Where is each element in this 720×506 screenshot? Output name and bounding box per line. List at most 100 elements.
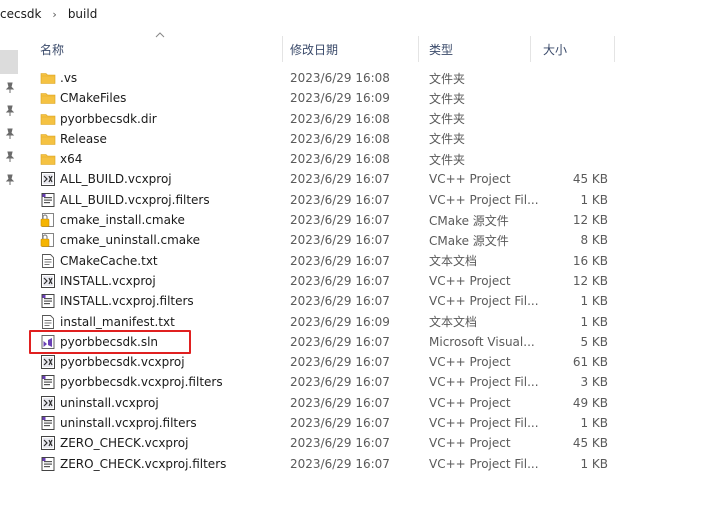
column-divider[interactable] — [614, 36, 615, 62]
file-name-cell[interactable]: uninstall.vcxproj.filters — [40, 413, 197, 433]
file-size: 8 KB — [580, 233, 608, 248]
file-row[interactable]: INSTALL.vcxproj.filters 2023/6/29 16:07 VC… — [0, 291, 720, 311]
file-row[interactable]: uninstall.vcxproj.filters 2023/6/29 16:07… — [0, 413, 720, 433]
file-date: 2023/6/29 16:07 — [290, 436, 390, 451]
file-date: 2023/6/29 16:07 — [290, 334, 390, 349]
folder-icon — [40, 111, 56, 127]
file-name-cell[interactable]: ALL_BUILD.vcxproj — [40, 169, 172, 189]
file-row[interactable]: ZERO_CHECK.vcxproj 2023/6/29 16:07 VC++ Pr… — [0, 433, 720, 453]
file-date: 2023/6/29 16:08 — [290, 111, 390, 126]
file-name-cell[interactable]: uninstall.vcxproj — [40, 393, 159, 413]
file-date: 2023/6/29 16:09 — [290, 91, 390, 106]
file-row[interactable]: pyorbbecsdk.dir 2023/6/29 16:08 文件夹 — [0, 109, 720, 129]
file-name-cell[interactable]: INSTALL.vcxproj — [40, 271, 156, 291]
file-row[interactable]: ZERO_CHECK.vcxproj.filters 2023/6/29 16:0… — [0, 454, 720, 474]
file-name-cell[interactable]: Release — [40, 129, 107, 149]
file-type: 文件夹 — [429, 152, 466, 167]
file-name: ZERO_CHECK.vcxproj.filters — [60, 456, 227, 471]
file-name: pyorbbecsdk.vcxproj.filters — [60, 375, 223, 390]
file-date: 2023/6/29 16:07 — [290, 233, 390, 248]
file-type: VC++ Project — [429, 355, 511, 370]
filters-icon — [40, 293, 56, 309]
file-date: 2023/6/29 16:07 — [290, 213, 390, 228]
file-row[interactable]: uninstall.vcxproj 2023/6/29 16:07 VC++ Pro… — [0, 393, 720, 413]
file-row[interactable]: pyorbbecsdk.sln 2023/6/29 16:07 Microsoft … — [0, 332, 720, 352]
file-name: pyorbbecsdk.sln — [60, 334, 159, 349]
file-name-cell[interactable]: .vs — [40, 68, 77, 88]
file-date: 2023/6/29 16:08 — [290, 131, 390, 146]
file-type: CMake 源文件 — [429, 213, 509, 228]
folder-icon — [40, 70, 56, 86]
file-name: uninstall.vcxproj — [60, 395, 159, 410]
file-type: Microsoft Visual... — [429, 334, 535, 349]
file-date: 2023/6/29 16:07 — [290, 273, 390, 288]
file-type: VC++ Project — [429, 395, 511, 410]
file-row[interactable]: INSTALL.vcxproj 2023/6/29 16:07 VC++ Proje… — [0, 271, 720, 291]
file-name: ZERO_CHECK.vcxproj — [60, 436, 189, 451]
file-size: 61 KB — [572, 355, 608, 370]
file-row[interactable]: x64 2023/6/29 16:08 文件夹 — [0, 149, 720, 169]
file-type: 文件夹 — [429, 91, 466, 106]
column-divider[interactable] — [282, 36, 283, 62]
file-name-cell[interactable]: ZERO_CHECK.vcxproj — [40, 433, 188, 453]
file-name-cell[interactable]: CMakeFiles — [40, 88, 126, 108]
file-row[interactable]: ALL_BUILD.vcxproj.filters 2023/6/29 16:07… — [0, 190, 720, 210]
file-size: 1 KB — [580, 314, 608, 329]
file-name: INSTALL.vcxproj.filters — [60, 294, 194, 309]
file-name-cell[interactable]: pyorbbecsdk.sln — [40, 332, 158, 352]
file-name-cell[interactable]: x64 — [40, 149, 82, 169]
column-header-row: 名称 修改日期 类型 大小 — [20, 32, 720, 66]
file-row[interactable]: cmake_install.cmake 2023/6/29 16:07 CMake … — [0, 210, 720, 230]
vcxproj-icon — [40, 354, 56, 370]
file-type: VC++ Project Fil... — [429, 416, 539, 431]
file-name-cell[interactable]: pyorbbecsdk.vcxproj — [40, 352, 185, 372]
file-name-cell[interactable]: cmake_uninstall.cmake — [40, 230, 200, 250]
column-header-date[interactable]: 修改日期 — [290, 32, 420, 66]
file-type: 文本文档 — [429, 315, 478, 330]
breadcrumb-item-current[interactable]: build — [68, 7, 98, 21]
column-header-size[interactable]: 大小 — [543, 32, 613, 66]
breadcrumb-item-parent[interactable]: cecsdk — [0, 7, 41, 21]
file-name-cell[interactable]: ZERO_CHECK.vcxproj.filters — [40, 454, 226, 474]
file-name-cell[interactable]: INSTALL.vcxproj.filters — [40, 291, 194, 311]
file-name-cell[interactable]: pyorbbecsdk.dir — [40, 109, 157, 129]
column-header-name[interactable]: 名称 — [40, 32, 280, 66]
file-size: 1 KB — [580, 294, 608, 309]
file-size — [540, 149, 608, 169]
column-divider[interactable] — [418, 36, 419, 62]
folder-icon — [40, 151, 56, 167]
file-date: 2023/6/29 16:09 — [290, 314, 390, 329]
file-row[interactable]: ALL_BUILD.vcxproj 2023/6/29 16:07 VC++ Pro… — [0, 169, 720, 189]
file-name: ALL_BUILD.vcxproj.filters — [60, 192, 210, 207]
column-divider[interactable] — [530, 36, 531, 62]
file-date: 2023/6/29 16:07 — [290, 294, 390, 309]
file-type: CMake 源文件 — [429, 233, 509, 248]
file-size — [540, 109, 608, 129]
file-name-cell[interactable]: pyorbbecsdk.vcxproj.filters — [40, 372, 223, 392]
file-row[interactable]: Release 2023/6/29 16:08 文件夹 — [0, 129, 720, 149]
file-type: VC++ Project Fil... — [429, 294, 539, 309]
file-size — [540, 68, 608, 88]
file-list: .vs 2023/6/29 16:08 文件夹 CMakeFiles 2023/6/29… — [0, 68, 720, 474]
file-date: 2023/6/29 16:08 — [290, 152, 390, 167]
file-name-cell[interactable]: CMakeCache.txt — [40, 251, 158, 271]
file-row[interactable]: pyorbbecsdk.vcxproj 2023/6/29 16:07 VC++ P… — [0, 352, 720, 372]
file-row[interactable]: .vs 2023/6/29 16:08 文件夹 — [0, 68, 720, 88]
file-name: uninstall.vcxproj.filters — [60, 416, 197, 431]
file-row[interactable]: cmake_uninstall.cmake 2023/6/29 16:07 CMak… — [0, 230, 720, 250]
file-name: install_manifest.txt — [60, 314, 175, 329]
file-row[interactable]: pyorbbecsdk.vcxproj.filters 2023/6/29 16:… — [0, 372, 720, 392]
vcxproj-icon — [40, 435, 56, 451]
file-row[interactable]: CMakeFiles 2023/6/29 16:09 文件夹 — [0, 88, 720, 108]
file-date: 2023/6/29 16:07 — [290, 355, 390, 370]
file-size — [540, 88, 608, 108]
file-date: 2023/6/29 16:07 — [290, 416, 390, 431]
file-name-cell[interactable]: install_manifest.txt — [40, 312, 175, 332]
file-row[interactable]: CMakeCache.txt 2023/6/29 16:07 文本文档 16 KB — [0, 251, 720, 271]
breadcrumb: cecsdk › build — [0, 0, 720, 28]
column-header-type[interactable]: 类型 — [429, 32, 529, 66]
file-row[interactable]: install_manifest.txt 2023/6/29 16:09 文本文档 1… — [0, 312, 720, 332]
file-name-cell[interactable]: cmake_install.cmake — [40, 210, 185, 230]
file-name-cell[interactable]: ALL_BUILD.vcxproj.filters — [40, 190, 210, 210]
chevron-right-icon: › — [52, 7, 57, 21]
